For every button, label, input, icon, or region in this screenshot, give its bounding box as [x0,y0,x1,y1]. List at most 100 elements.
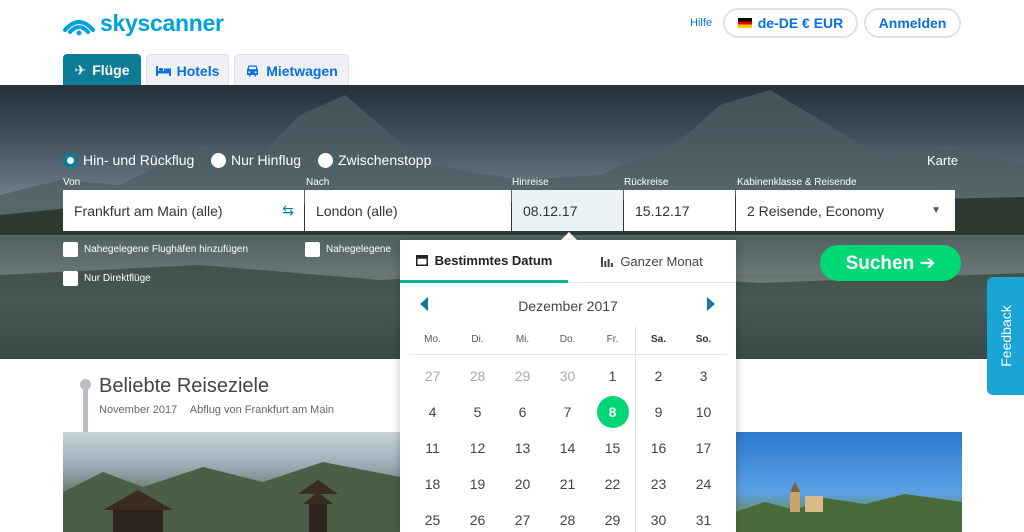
depart-value: 08.12.17 [523,202,578,219]
tab-hotels-label: Hotels [176,62,220,79]
calendar-day[interactable]: 15 [590,432,635,464]
calendar-day[interactable]: 18 [410,468,455,500]
calendar-day[interactable]: 11 [410,432,455,464]
tab-car-hire-label: Mietwagen [266,62,338,79]
calendar-day[interactable]: 9 [636,396,681,428]
to-field[interactable]: London (alle) [305,190,511,231]
calendar-day[interactable]: 6 [500,396,545,428]
return-value: 15.12.17 [635,202,690,219]
tab-whole-month[interactable]: Ganzer Monat [568,240,736,283]
calendar-day[interactable]: 2 [636,360,681,392]
calendar-day[interactable]: 30 [545,360,590,392]
calendar-day[interactable]: 29 [590,504,635,532]
bar-chart-icon [601,257,614,267]
tab-specific-date[interactable]: Bestimmtes Datum [400,240,568,283]
plane-icon: ✈ [74,61,87,78]
calendar-pointer [561,232,577,240]
checkbox-nearby-origin[interactable]: Nahegelegene Flughäfen hinzufügen [63,242,248,257]
cabin-value: 2 Reisende, Economy [747,202,884,219]
calendar-day[interactable]: 3 [681,360,726,392]
calendar-day[interactable]: 12 [455,432,500,464]
calendar-day[interactable]: 4 [410,396,455,428]
cabin-label: Kabinenklasse & Reisende [737,177,857,188]
skyscanner-logo[interactable]: skyscanner [62,10,224,37]
from-value: Frankfurt am Main (alle) [74,202,223,219]
checkbox-direct-only[interactable]: Nur Direktflüge [63,271,151,286]
date-picker-popup: Bestimmtes Datum Ganzer Monat Dezember 2… [400,240,736,532]
weekday-label: Do. [559,334,576,345]
swap-airports-icon[interactable]: ⇆ [282,202,294,219]
radio-round-trip[interactable]: Hin- und Rückflug [63,152,194,168]
radio-one-way[interactable]: Nur Hinflug [211,152,301,168]
calendar-day[interactable]: 17 [681,432,726,464]
calendar-day[interactable]: 23 [636,468,681,500]
weekday-divider [410,354,726,355]
calendar-day[interactable]: 28 [455,360,500,392]
weekday-label: Mo. [424,334,441,345]
calendar-day[interactable]: 14 [545,432,590,464]
locale-currency-button[interactable]: de-DE € EUR [723,8,858,38]
cabin-travellers-select[interactable]: 2 Reisende, Economy ▼ [736,190,955,231]
calendar-day[interactable]: 31 [681,504,726,532]
help-link[interactable]: Hilfe [690,17,712,29]
next-month-icon[interactable] [707,297,715,311]
calendar-day[interactable]: 27 [500,504,545,532]
calendar-day[interactable]: 28 [545,504,590,532]
calendar-day[interactable]: 10 [681,396,726,428]
calendar-day[interactable]: 25 [410,504,455,532]
skyscanner-logo-icon [63,19,95,35]
depart-label: Hinreise [512,177,549,188]
map-link[interactable]: Karte [927,153,958,168]
to-label: Nach [306,177,330,188]
calendar-day[interactable]: 22 [590,468,635,500]
tab-flights[interactable]: ✈ Flüge [63,54,141,86]
calendar-day[interactable]: 20 [500,468,545,500]
popular-destinations-subtitle: November 2017 Abflug von Frankfurt am Ma… [99,404,344,416]
search-button[interactable]: Suchen ➔ [820,245,961,281]
calendar-day[interactable]: 27 [410,360,455,392]
tab-hotels[interactable]: Hotels [146,54,229,86]
tab-flights-label: Flüge [92,62,130,78]
calendar-day[interactable]: 16 [636,432,681,464]
calendar-day[interactable]: 1 [590,360,635,392]
from-field[interactable]: Frankfurt am Main (alle) ⇆ [63,190,304,231]
checkbox-nearby-destination-label: Nahegelegene [326,244,392,255]
depart-date-field[interactable]: 08.12.17 [512,190,623,231]
checkbox-nearby-destination[interactable]: Nahegelegene [305,242,391,257]
calendar-day[interactable]: 19 [455,468,500,500]
checkbox-nearby-origin-label: Nahegelegene Flughäfen hinzufügen [84,244,249,255]
feedback-label: Feedback [997,305,1014,367]
tab-car-hire[interactable]: Mietwagen [234,54,349,86]
radio-multi-city-label: Zwischenstopp [338,152,432,168]
checkbox-direct-only-box [63,271,78,286]
radio-round-trip-label: Hin- und Rückflug [83,152,195,168]
tab-specific-date-label: Bestimmtes Datum [434,252,553,268]
weekday-label: Sa. [650,334,666,345]
calendar-day[interactable]: 26 [455,504,500,532]
radio-one-way-label: Nur Hinflug [231,152,302,168]
login-button[interactable]: Anmelden [864,8,961,38]
popular-month: November 2017 [99,404,178,416]
destination-image-bali[interactable] [63,432,400,532]
popular-origin: Abflug von Frankfurt am Main [189,404,335,416]
feedback-tab[interactable]: Feedback [987,277,1024,395]
tab-whole-month-label: Ganzer Monat [620,253,703,269]
radio-multi-city[interactable]: Zwischenstopp [318,152,431,168]
calendar-day[interactable]: 21 [545,468,590,500]
timeline-dot [80,379,91,390]
destination-image-city[interactable] [735,432,962,532]
checkbox-direct-only-label: Nur Direktflüge [84,273,151,284]
calendar-day[interactable]: 5 [455,396,500,428]
return-date-field[interactable]: 15.12.17 [624,190,735,231]
calendar-day[interactable]: 29 [500,360,545,392]
calendar-day[interactable]: 24 [681,468,726,500]
calendar-day[interactable]: 7 [545,396,590,428]
chevron-down-icon: ▼ [931,205,941,216]
calendar-day[interactable]: 13 [500,432,545,464]
radio-multi-city-dot [318,152,333,168]
calendar-day[interactable]: 30 [636,504,681,532]
weekday-label: Mi. [515,334,530,345]
radio-one-way-dot [211,152,226,168]
checkbox-nearby-destination-box [305,242,320,257]
calendar-day-selected[interactable]: 8 [590,396,635,428]
